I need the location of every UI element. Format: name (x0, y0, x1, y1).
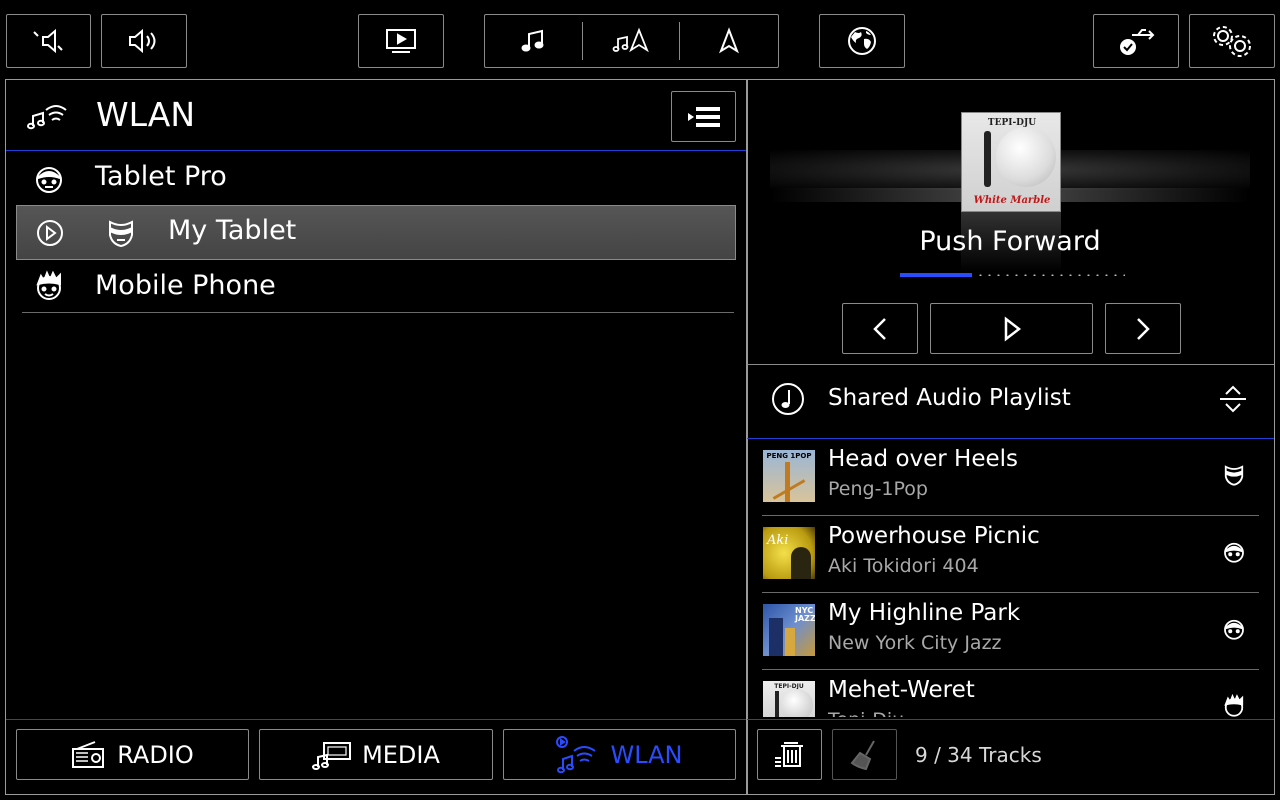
device-name: My Tablet (168, 215, 297, 246)
tab-radio[interactable]: RADIO (16, 729, 249, 780)
progress-bar[interactable] (900, 272, 1125, 278)
navigation-arrow-icon (715, 27, 743, 55)
list-menu-icon (686, 106, 722, 128)
wlan-music-icon (26, 98, 70, 136)
volume-down-icon (31, 27, 67, 55)
track-artist: New York City Jazz (828, 632, 1002, 654)
controls-divider (747, 719, 1274, 720)
track-title: Powerhouse Picnic (828, 523, 1040, 549)
music-navigation-icon (611, 27, 651, 55)
spiky-face-icon (33, 270, 65, 302)
album-cover[interactable]: TEPI-DJU White Marble (961, 112, 1061, 212)
list-item[interactable]: Aki Powerhouse Picnic Aki Tokidori 404 (747, 516, 1274, 593)
video-button[interactable] (358, 14, 444, 68)
wlan-active-icon (556, 735, 598, 775)
player-divider (747, 364, 1274, 365)
spiky-face-icon (1222, 693, 1246, 717)
music-navigation-mode-button[interactable] (583, 15, 679, 67)
tab-label: MEDIA (362, 740, 440, 769)
list-item[interactable]: PENG 1POP Head over Heels Peng-1Pop (747, 439, 1274, 516)
face-icon (1222, 540, 1246, 568)
next-button[interactable] (1105, 303, 1181, 354)
navigation-mode-button[interactable] (680, 15, 778, 67)
device-name: Mobile Phone (95, 270, 276, 301)
sort-toggle-icon[interactable] (1218, 384, 1248, 418)
face-icon (33, 163, 65, 195)
track-title: Head over Heels (828, 446, 1019, 472)
trash-list-icon (773, 738, 807, 772)
usb-button[interactable] (1093, 14, 1179, 68)
chevron-left-icon (869, 316, 891, 342)
play-icon (1001, 315, 1023, 342)
list-item[interactable]: NYC JAZZ My Highline Park New York City … (747, 593, 1274, 670)
track-title: Push Forward (919, 226, 1101, 257)
tab-label: RADIO (117, 740, 194, 769)
device-row-my-tablet[interactable]: My Tablet (16, 205, 736, 260)
music-note-icon (520, 27, 548, 55)
track-artist: Tepi-Dju (828, 709, 904, 717)
playlist-title: Shared Audio Playlist (828, 385, 1071, 411)
track-title: My Highline Park (828, 600, 1021, 626)
usb-check-icon (1116, 25, 1156, 57)
cover-artist-text: TEPI-DJU (987, 118, 1037, 128)
volume-up-icon (126, 27, 162, 55)
music-mode-button[interactable] (485, 15, 582, 67)
list-item[interactable]: TEPI-DJU Mehet-Weret Tepi-Dju (747, 670, 1274, 717)
face-icon (1222, 617, 1246, 645)
mask-face-icon (105, 217, 137, 249)
device-name: Tablet Pro (95, 161, 227, 192)
volume-down-button[interactable] (6, 14, 91, 68)
tab-label: WLAN (610, 740, 683, 769)
delete-list-button[interactable] (757, 729, 822, 780)
track-count: 9 / 34 Tracks (915, 743, 1042, 767)
track-thumbnail: PENG 1POP (763, 450, 815, 502)
play-circle-icon[interactable] (35, 218, 65, 252)
track-thumbnail: TEPI-DJU (763, 681, 815, 717)
page-title: WLAN (96, 95, 196, 134)
device-row-tablet-pro[interactable]: Tablet Pro (16, 152, 736, 204)
video-screen-icon (384, 27, 418, 55)
volume-up-button[interactable] (101, 14, 187, 68)
gear-icon (1210, 24, 1254, 58)
track-title: Mehet-Weret (828, 677, 975, 703)
track-artist: Aki Tokidori 404 (828, 555, 979, 577)
list-divider (22, 312, 734, 313)
tab-media[interactable]: MEDIA (259, 729, 493, 780)
progress-fill (900, 273, 972, 277)
media-icon (312, 740, 352, 770)
playlist-list: PENG 1POP Head over Heels Peng-1Pop Aki … (747, 439, 1274, 717)
cover-album-text: White Marble (973, 195, 1051, 206)
clear-button[interactable] (832, 729, 897, 780)
tab-wlan[interactable]: WLAN (503, 729, 736, 780)
globe-icon (846, 25, 878, 57)
media-mode-group (484, 14, 779, 68)
music-note-circle-icon (770, 381, 806, 421)
list-menu-button[interactable] (671, 91, 736, 142)
progress-remaining (976, 274, 1125, 276)
mask-face-icon (1222, 463, 1246, 491)
settings-button[interactable] (1189, 14, 1275, 68)
header-divider (6, 150, 747, 151)
radio-icon (71, 740, 105, 770)
track-thumbnail: Aki (763, 527, 815, 579)
previous-button[interactable] (842, 303, 918, 354)
tabs-divider (6, 719, 747, 720)
track-artist: Peng-1Pop (828, 478, 928, 500)
globe-button[interactable] (819, 14, 905, 68)
device-row-mobile-phone[interactable]: Mobile Phone (16, 260, 736, 312)
chevron-right-icon (1132, 316, 1154, 342)
track-thumbnail: NYC JAZZ (763, 604, 815, 656)
play-button[interactable] (930, 303, 1093, 354)
broom-icon (848, 738, 882, 772)
